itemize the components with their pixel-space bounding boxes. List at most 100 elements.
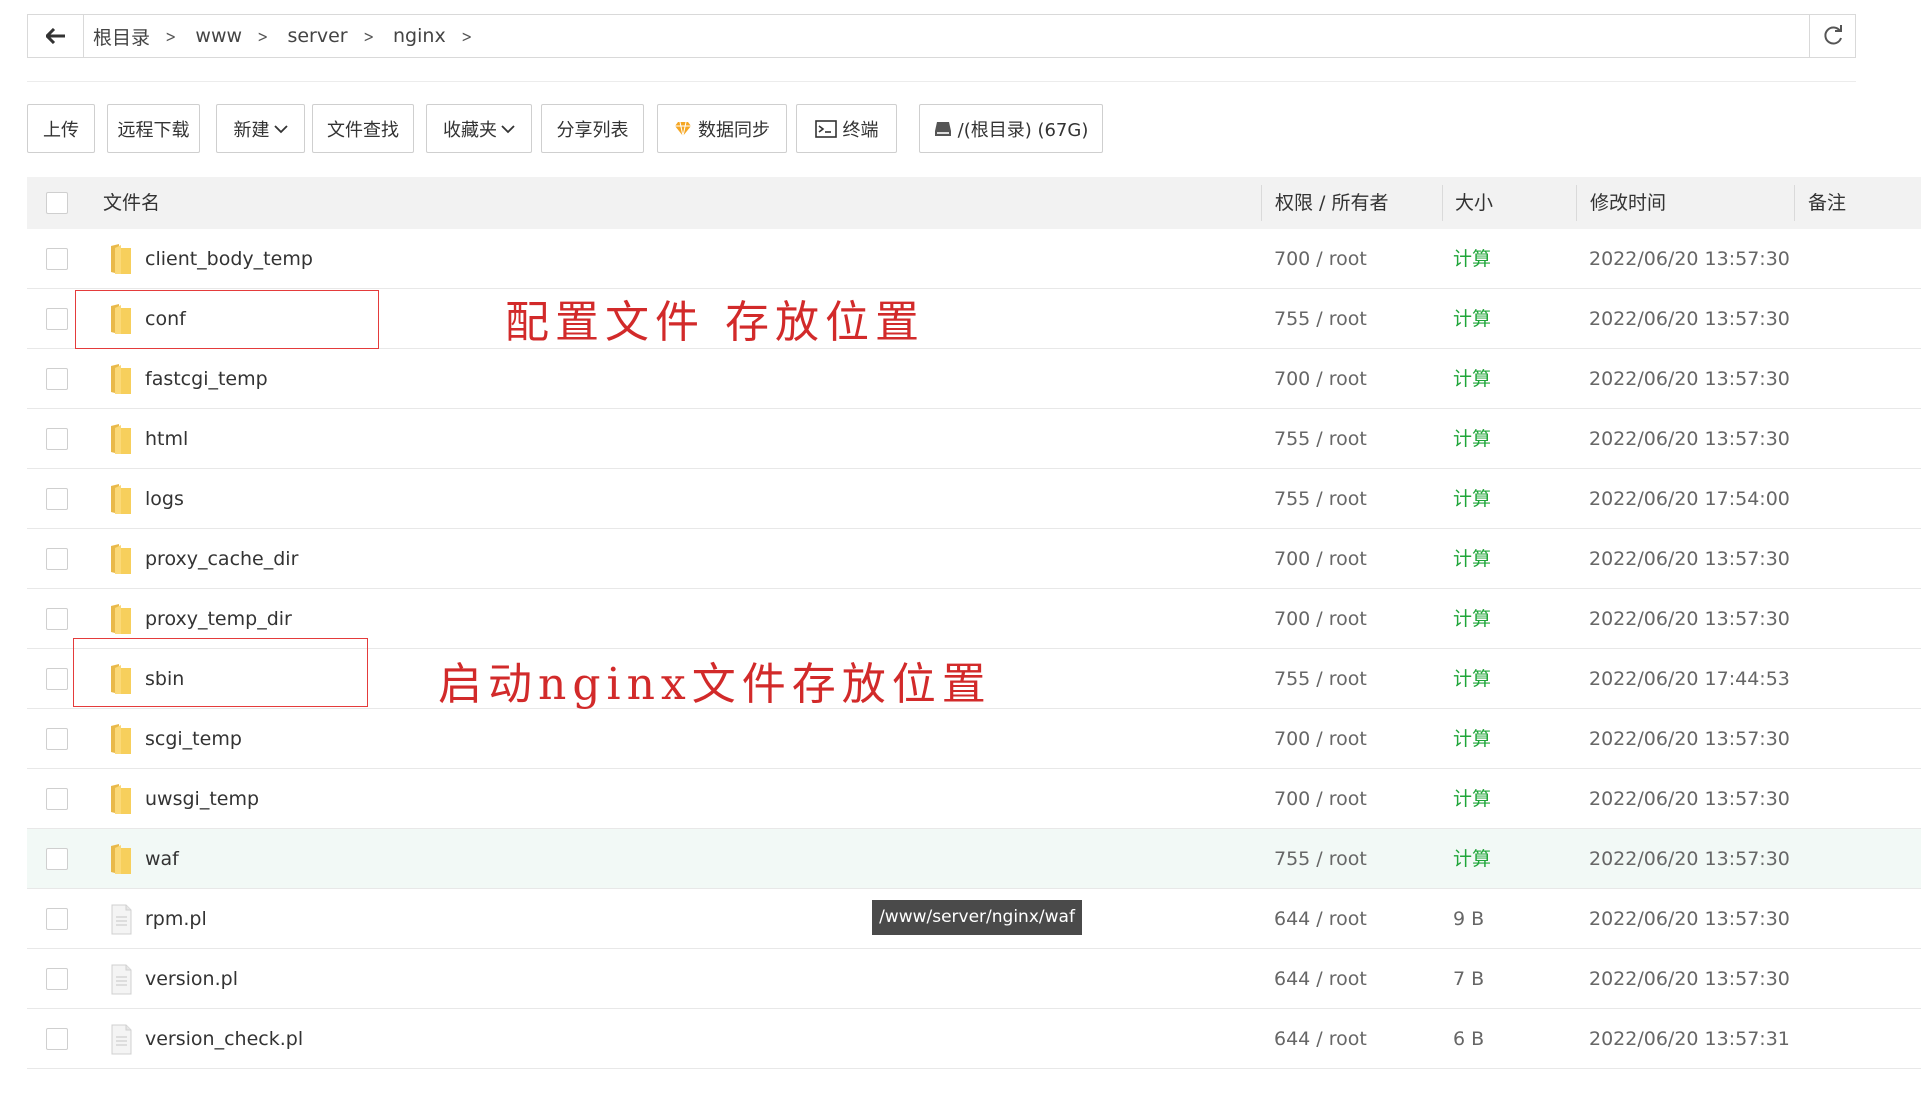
table-row[interactable]: proxy_cache_dir 700 / root 计算 2022/06/20 13…	[27, 529, 1921, 589]
calculate-size-link[interactable]: 计算	[1453, 289, 1491, 349]
file-permission[interactable]: 700 / root	[1274, 709, 1367, 769]
calculate-size-link[interactable]: 计算	[1453, 769, 1491, 829]
file-name[interactable]: fastcgi_temp	[145, 349, 268, 409]
folder-icon	[105, 482, 137, 516]
file-permission[interactable]: 755 / root	[1274, 409, 1367, 469]
header-modified-time[interactable]: 修改时间	[1590, 177, 1666, 229]
calculate-size-link[interactable]: 计算	[1453, 829, 1491, 889]
file-name[interactable]: client_body_temp	[145, 229, 313, 289]
file-permission[interactable]: 755 / root	[1274, 469, 1367, 529]
file-modified-time: 2022/06/20 13:57:30	[1589, 848, 1790, 870]
row-checkbox[interactable]	[46, 848, 68, 870]
row-checkbox[interactable]	[46, 788, 68, 810]
file-permission[interactable]: 755 / root	[1274, 289, 1367, 349]
table-row[interactable]: logs 755 / root 计算 2022/06/20 17:54:00	[27, 469, 1921, 529]
breadcrumb-nginx[interactable]: nginx	[393, 25, 446, 47]
breadcrumb-server[interactable]: server	[287, 25, 347, 47]
favorites-dropdown-button[interactable]: 收藏夹	[426, 104, 532, 153]
breadcrumb-www[interactable]: www	[195, 25, 242, 47]
chevron-right-icon: >	[257, 26, 269, 46]
row-checkbox[interactable]	[46, 308, 68, 330]
share-list-label: 分享列表	[556, 119, 629, 141]
row-checkbox[interactable]	[46, 668, 68, 690]
file-search-label: 文件查找	[327, 119, 399, 141]
column-divider	[1261, 185, 1262, 221]
file-name[interactable]: uwsgi_temp	[145, 769, 259, 829]
refresh-button[interactable]	[1809, 15, 1855, 57]
terminal-icon	[814, 119, 837, 138]
table-row[interactable]: waf 755 / root 计算 2022/06/20 13:57:30	[27, 829, 1921, 889]
row-checkbox[interactable]	[46, 968, 68, 990]
file-name[interactable]: scgi_temp	[145, 709, 242, 769]
row-checkbox[interactable]	[46, 1028, 68, 1050]
folder-icon	[105, 422, 137, 456]
share-list-button[interactable]: 分享列表	[541, 104, 644, 153]
row-checkbox[interactable]	[46, 608, 68, 630]
header-permission[interactable]: 权限 / 所有者	[1275, 177, 1388, 229]
file-name[interactable]: proxy_cache_dir	[145, 529, 298, 589]
table-row[interactable]: version_check.pl 644 / root 6 B 2022/06/20 …	[27, 1009, 1921, 1069]
breadcrumb-root[interactable]: 根目录	[93, 23, 150, 50]
file-modified-time: 2022/06/20 13:57:30	[1589, 968, 1790, 990]
row-checkbox[interactable]	[46, 908, 68, 930]
disk-button[interactable]: /(根目录) (67G)	[919, 104, 1103, 153]
file-name[interactable]: version.pl	[145, 949, 238, 1009]
file-permission[interactable]: 700 / root	[1274, 349, 1367, 409]
calculate-size-link[interactable]: 计算	[1453, 649, 1491, 709]
arrow-left-icon	[45, 28, 65, 44]
terminal-button[interactable]: 终端	[796, 104, 897, 153]
calculate-size-link[interactable]: 计算	[1453, 229, 1491, 289]
upload-button[interactable]: 上传	[27, 104, 95, 153]
file-modified-time: 2022/06/20 17:54:00	[1589, 488, 1790, 510]
table-row[interactable]: version.pl 644 / root 7 B 2022/06/20 13:57:…	[27, 949, 1921, 1009]
calculate-size-link[interactable]: 计算	[1453, 709, 1491, 769]
file-permission[interactable]: 644 / root	[1274, 949, 1367, 1009]
file-name[interactable]: version_check.pl	[145, 1009, 303, 1069]
row-checkbox[interactable]	[46, 728, 68, 750]
table-row[interactable]: scgi_temp 700 / root 计算 2022/06/20 13:57:30	[27, 709, 1921, 769]
file-icon	[105, 902, 137, 936]
file-modified-time: 2022/06/20 13:57:30	[1589, 368, 1790, 390]
table-row[interactable]: fastcgi_temp 700 / root 计算 2022/06/20 13:57…	[27, 349, 1921, 409]
file-permission[interactable]: 700 / root	[1274, 529, 1367, 589]
row-checkbox[interactable]	[46, 548, 68, 570]
back-button[interactable]	[28, 15, 84, 57]
header-name[interactable]: 文件名	[103, 177, 160, 229]
row-checkbox[interactable]	[46, 248, 68, 270]
select-all-checkbox[interactable]	[46, 192, 68, 214]
file-name[interactable]: html	[145, 409, 188, 469]
chevron-right-icon: >	[165, 26, 177, 46]
file-permission[interactable]: 644 / root	[1274, 1009, 1367, 1069]
calculate-size-link[interactable]: 计算	[1453, 589, 1491, 649]
data-sync-button[interactable]: 数据同步	[657, 104, 787, 153]
file-search-button[interactable]: 文件查找	[312, 104, 414, 153]
highlight-box-sbin	[73, 638, 368, 707]
row-checkbox[interactable]	[46, 368, 68, 390]
file-permission[interactable]: 700 / root	[1274, 769, 1367, 829]
table-row[interactable]: uwsgi_temp 700 / root 计算 2022/06/20 13:57:3…	[27, 769, 1921, 829]
path-tooltip: /www/server/nginx/waf	[872, 900, 1082, 935]
hard-disk-icon	[934, 121, 952, 137]
remote-download-button[interactable]: 远程下载	[107, 104, 200, 153]
row-checkbox[interactable]	[46, 488, 68, 510]
table-row[interactable]: client_body_temp 700 / root 计算 2022/06/20 1…	[27, 229, 1921, 289]
file-name[interactable]: rpm.pl	[145, 889, 207, 949]
row-checkbox[interactable]	[46, 428, 68, 450]
calculate-size-link[interactable]: 计算	[1453, 469, 1491, 529]
calculate-size-link[interactable]: 计算	[1453, 409, 1491, 469]
file-name[interactable]: waf	[145, 829, 179, 889]
file-permission[interactable]: 700 / root	[1274, 589, 1367, 649]
file-modified-time: 2022/06/20 13:57:30	[1589, 248, 1790, 270]
file-permission[interactable]: 700 / root	[1274, 229, 1367, 289]
file-permission[interactable]: 755 / root	[1274, 829, 1367, 889]
file-name[interactable]: logs	[145, 469, 184, 529]
file-permission[interactable]: 644 / root	[1274, 889, 1367, 949]
file-permission[interactable]: 755 / root	[1274, 649, 1367, 709]
table-row[interactable]: html 755 / root 计算 2022/06/20 13:57:30	[27, 409, 1921, 469]
header-size[interactable]: 大小	[1455, 177, 1493, 229]
calculate-size-link[interactable]: 计算	[1453, 349, 1491, 409]
calculate-size-link[interactable]: 计算	[1453, 529, 1491, 589]
annotation-conf: 配置文件 存放位置	[505, 297, 925, 348]
new-dropdown-button[interactable]: 新建	[216, 104, 305, 153]
breadcrumb: 根目录 > www > server > nginx >	[93, 15, 491, 57]
